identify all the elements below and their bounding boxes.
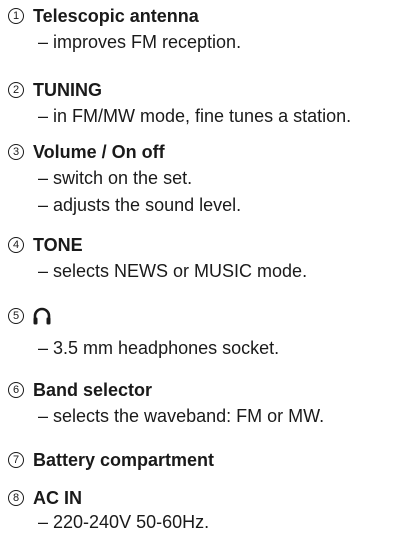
item-description: – improves FM reception. — [38, 32, 242, 52]
item-description: – in FM/MW mode, fine tunes a station. — [38, 106, 352, 126]
item-title: TONE — [33, 235, 83, 255]
item-description: – switch on the set. — [38, 168, 193, 188]
item-description: – adjusts the sound level. — [38, 195, 242, 215]
item-number: 1 — [8, 8, 24, 24]
item-description: – selects the waveband: FM or MW. — [38, 406, 325, 426]
item-number: 4 — [8, 237, 24, 253]
item-title: AC IN — [33, 488, 82, 508]
item-number: 7 — [8, 452, 24, 468]
item-title: TUNING — [33, 80, 102, 100]
item-title: Volume / On off — [33, 142, 165, 162]
item-number: 5 — [8, 308, 24, 324]
item-description: – selects NEWS or MUSIC mode. — [38, 261, 308, 281]
control-descriptions: 1 Telescopic antenna – improves FM recep… — [0, 0, 418, 539]
item-title: Telescopic antenna — [33, 6, 199, 26]
item-number: 2 — [8, 82, 24, 98]
item-description: – 3.5 mm headphones socket. — [38, 338, 280, 358]
item-title: Battery compartment — [33, 450, 215, 470]
item-number: 8 — [8, 490, 24, 506]
headphones-icon — [32, 306, 52, 326]
item-title: Band selector — [33, 380, 153, 400]
item-number: 3 — [8, 144, 24, 160]
item-number: 6 — [8, 382, 24, 398]
item-description: – 220-240V 50-60Hz. — [38, 512, 210, 532]
